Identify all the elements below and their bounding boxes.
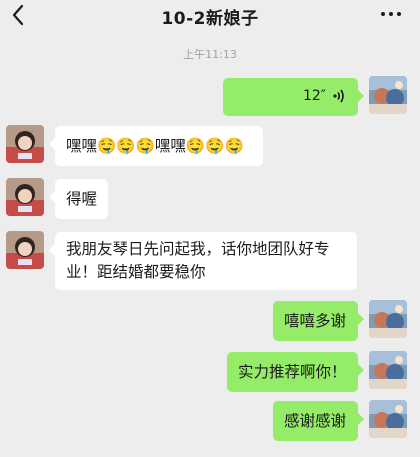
self-avatar[interactable]	[369, 76, 407, 114]
message-bubble[interactable]: 嘿嘿🤤🤤🤤嘿嘿🤤🤤🤤	[49, 126, 263, 166]
voice-wave-icon	[333, 89, 344, 103]
message-text: 感谢感谢	[284, 412, 347, 430]
message-bubble[interactable]: 得喔	[49, 179, 108, 219]
more-options-button[interactable]	[376, 4, 406, 24]
message-text: 实力推荐啊你！	[238, 363, 347, 381]
chat-header: 10-2新娘子	[0, 0, 420, 36]
contact-avatar[interactable]	[6, 125, 44, 163]
message-text: 我朋友琴日先问起我，话你地团队好专业！距结婚都要稳你	[66, 240, 330, 281]
contact-avatar[interactable]	[6, 178, 44, 216]
more-dots-icon	[381, 12, 385, 16]
message-bubble[interactable]: 嘻嘻多谢	[273, 301, 364, 341]
message-timestamp: 上午11:13	[183, 48, 237, 61]
chat-title: 10-2新娘子	[161, 9, 259, 29]
message-text: 得喔	[66, 190, 98, 208]
contact-avatar[interactable]	[6, 231, 44, 269]
message-text: 嘻嘻多谢	[284, 312, 347, 330]
self-avatar[interactable]	[369, 300, 407, 338]
message-text: 嘿嘿🤤🤤🤤嘿嘿🤤🤤🤤	[66, 137, 244, 155]
message-bubble[interactable]: 感谢感谢	[273, 401, 364, 441]
message-bubble[interactable]: 我朋友琴日先问起我，话你地团队好专业！距结婚都要稳你	[49, 232, 357, 290]
voice-duration: 12″	[302, 88, 326, 104]
message-bubble[interactable]: 实力推荐啊你！	[227, 352, 364, 392]
voice-message-bubble[interactable]: 12″	[223, 78, 364, 116]
self-avatar[interactable]	[369, 400, 407, 438]
self-avatar[interactable]	[369, 351, 407, 389]
